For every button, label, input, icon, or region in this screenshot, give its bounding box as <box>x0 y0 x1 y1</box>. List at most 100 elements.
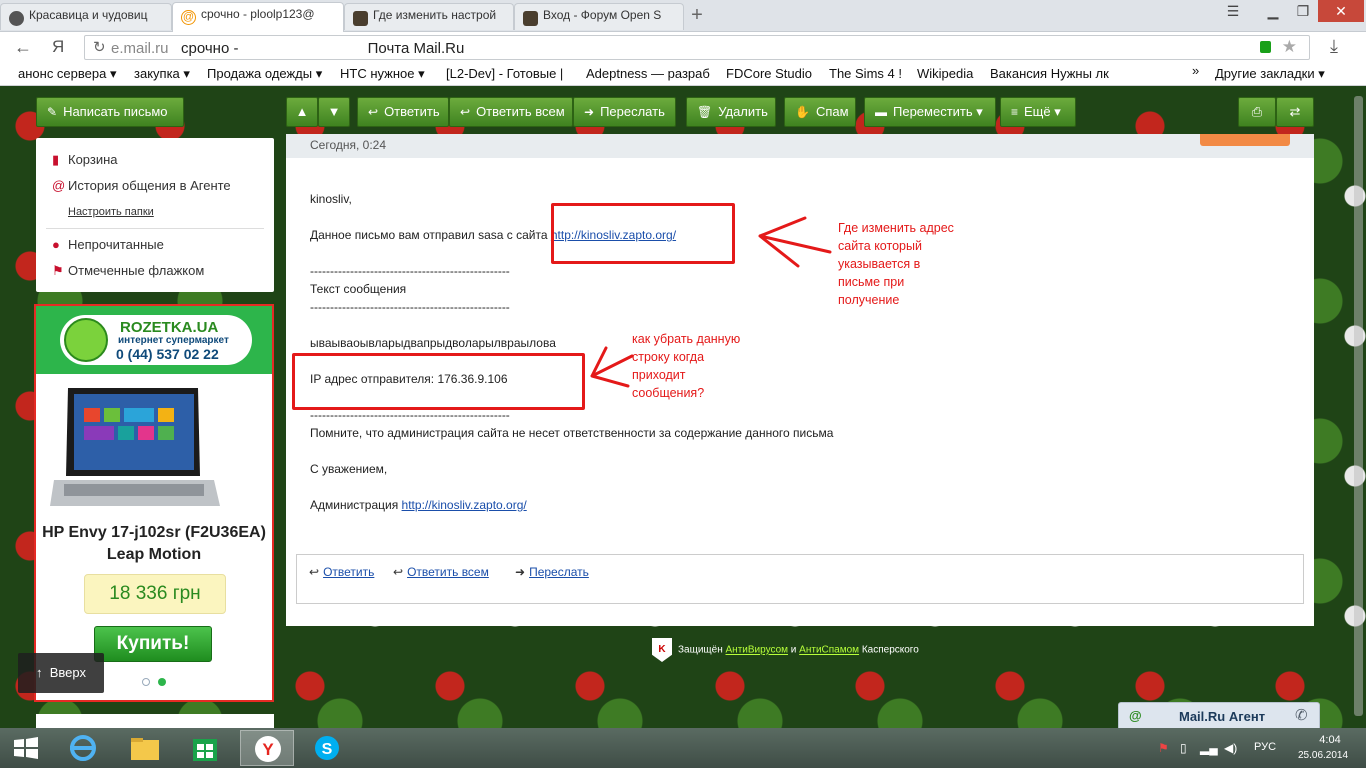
sidebar-bottom-panel <box>36 714 274 728</box>
clock-time[interactable]: 4:04 <box>1310 734 1350 746</box>
antivirus-link[interactable]: АнтиВирусом <box>726 645 789 656</box>
mailru-at-icon: @ <box>181 10 196 25</box>
reply-button[interactable]: ↩ Ответить <box>357 97 449 127</box>
store-icon <box>193 739 217 761</box>
carousel-dot[interactable] <box>142 678 150 686</box>
folder-icon <box>131 738 159 760</box>
new-tab-button[interactable]: + <box>686 4 708 26</box>
disclaimer: Помните, что администрация сайта не несе… <box>310 426 834 440</box>
compose-button[interactable]: ✎ Написать письмо <box>36 97 184 127</box>
browser-menu-icon[interactable]: ☰ <box>1218 0 1248 22</box>
bookmark-item[interactable]: Adeptness — разраб <box>586 66 712 81</box>
quick-forward-link[interactable]: ➜ Переслать <box>515 565 589 579</box>
bookmark-item[interactable]: FDCore Studio <box>726 66 812 81</box>
url-domain: e.mail.ru <box>111 40 169 57</box>
bookmark-item[interactable]: [L2-Dev] - Готовые | <box>446 66 572 81</box>
wifi-icon[interactable]: ▂▄ <box>1200 741 1218 755</box>
orange-label <box>1200 134 1290 146</box>
folder-trash[interactable]: ▮ Корзина <box>52 152 118 168</box>
mailru-agent-bar[interactable]: @ Mail.Ru Агент ✆ <box>1118 702 1320 728</box>
back-arrow-icon[interactable]: ← <box>14 37 32 58</box>
folder-list: ▮ Корзина @ История общения в Агенте Настр… <box>36 138 274 292</box>
tab-forum-login[interactable]: Вход - Форум Open S <box>514 3 684 30</box>
chevron-down-icon: ▼ <box>327 104 341 119</box>
delete-button[interactable]: 🗑 Удалить <box>686 97 776 127</box>
forum-icon <box>353 11 368 26</box>
store-button[interactable] <box>178 730 232 766</box>
open-window-button[interactable]: ⇄ <box>1276 97 1314 127</box>
filter-unread[interactable]: ● Непрочитанные <box>52 237 164 252</box>
skype-button[interactable]: S <box>300 730 354 766</box>
volume-icon[interactable]: ◀) <box>1224 741 1237 755</box>
bookmark-item[interactable]: Продажа одежды ▾ <box>207 66 322 82</box>
internet-explorer-button[interactable] <box>56 730 110 766</box>
windows-logo-icon <box>14 737 38 759</box>
reply-all-button[interactable]: ↩ Ответить всем <box>449 97 573 127</box>
other-bookmarks[interactable]: Другие закладки ▾ <box>1215 66 1325 82</box>
scrollbar-thumb[interactable] <box>1354 96 1363 716</box>
tab-krasavica[interactable]: Красавица и чудовиц <box>0 3 172 30</box>
bookmarks-overflow-button[interactable]: » <box>1192 63 1199 78</box>
divider <box>46 228 264 229</box>
message-body: ываываоывларыдвапрыдволарылврaылова <box>310 336 556 350</box>
close-window-button[interactable]: ✕ <box>1318 0 1364 22</box>
trash-icon: 🗑 <box>697 105 713 119</box>
list-icon: ≡ <box>1011 105 1019 119</box>
bookmark-item[interactable]: закупка ▾ <box>134 66 190 82</box>
start-button[interactable] <box>0 730 54 766</box>
rozetka-ad[interactable]: ROZETKA.UA интернет супермаркет 0 (44) 5… <box>34 304 274 702</box>
signature-site-link[interactable]: http://kinosliv.zapto.org/ <box>402 498 527 512</box>
yandex-icon[interactable]: Я <box>52 37 64 57</box>
forum-icon <box>523 11 538 26</box>
more-button[interactable]: ≡ Ещё ▾ <box>1000 97 1076 127</box>
minimize-button[interactable]: ▁ <box>1258 0 1288 22</box>
star-icon[interactable]: ★ <box>1282 37 1297 57</box>
maximize-button[interactable]: ❐ <box>1288 0 1318 22</box>
reload-icon[interactable]: ↻ <box>93 38 106 56</box>
expand-icon: ⇄ <box>1289 104 1301 119</box>
antispam-link[interactable]: АнтиСпамом <box>799 645 859 656</box>
bookmark-item[interactable]: анонс сервера ▾ <box>18 66 116 82</box>
bookmark-item[interactable]: Вакансия Нужны лк <box>990 66 1118 81</box>
bookmark-item[interactable]: Wikipedia <box>917 66 973 81</box>
letter-date: Сегодня, 0:24 <box>310 138 387 152</box>
at-icon: @ <box>52 178 66 193</box>
trash-icon: ▮ <box>52 152 60 167</box>
kaspersky-protection: K Защищён АнтиВирусом и АнтиСпамом Каспер… <box>652 638 919 662</box>
carousel-dot-active[interactable] <box>158 678 166 686</box>
clock-date[interactable]: 25.06.2014 <box>1298 750 1348 761</box>
folder-agent-history[interactable]: @ История общения в Агенте <box>52 178 231 193</box>
download-icon[interactable]: ⤓ <box>1330 36 1338 57</box>
prev-letter-button[interactable]: ▲ <box>286 97 318 127</box>
bookmark-item[interactable]: The Sims 4 ! <box>829 66 902 81</box>
forward-icon: ➜ <box>515 565 526 579</box>
url-field[interactable]: ↻ e.mail.ru срочно - Почта Mail.Ru ★ <box>84 35 1310 60</box>
tab-forum-question[interactable]: Где изменить настрой <box>344 3 514 30</box>
configure-folders-link[interactable]: Настроить папки <box>68 206 154 218</box>
forward-button[interactable]: ➜ Переслать <box>573 97 676 127</box>
separator: ----------------------------------------… <box>310 300 510 314</box>
pencil-icon: ✎ <box>47 105 58 119</box>
move-button[interactable]: ▬ Переместить ▾ <box>864 97 996 127</box>
language-indicator[interactable]: РУС <box>1254 741 1276 753</box>
bookmark-item[interactable]: HTC нужное ▾ <box>340 66 425 82</box>
tab-mail-srochno[interactable]: @ срочно - ploolp123@ <box>172 2 344 32</box>
dot-icon: ● <box>52 237 60 252</box>
buy-button[interactable]: Купить! <box>94 626 212 662</box>
reply-icon: ↩ <box>309 565 320 579</box>
battery-icon[interactable]: ▯ <box>1180 741 1187 755</box>
next-letter-button[interactable]: ▼ <box>318 97 350 127</box>
filter-flagged[interactable]: ⚑ Отмеченные флажком <box>52 263 204 279</box>
reply-all-icon: ↩ <box>460 105 471 119</box>
spam-button[interactable]: ✋ Спам <box>784 97 856 127</box>
file-explorer-button[interactable] <box>118 730 172 766</box>
quick-reply-link[interactable]: ↩ Ответить <box>309 565 374 579</box>
quick-reply-all-link[interactable]: ↩ Ответить всем <box>393 565 489 579</box>
page-scrollbar[interactable] <box>1350 86 1366 728</box>
flag-tray-icon[interactable]: ⚑ <box>1158 741 1169 755</box>
print-button[interactable]: ⎙ <box>1238 97 1276 127</box>
phone-icon[interactable]: ✆ <box>1295 706 1308 724</box>
scroll-to-top-button[interactable]: ↑ Вверх <box>18 653 104 693</box>
ad-subtitle: интернет супермаркет <box>118 335 229 346</box>
yandex-browser-button[interactable]: Y <box>240 730 294 766</box>
